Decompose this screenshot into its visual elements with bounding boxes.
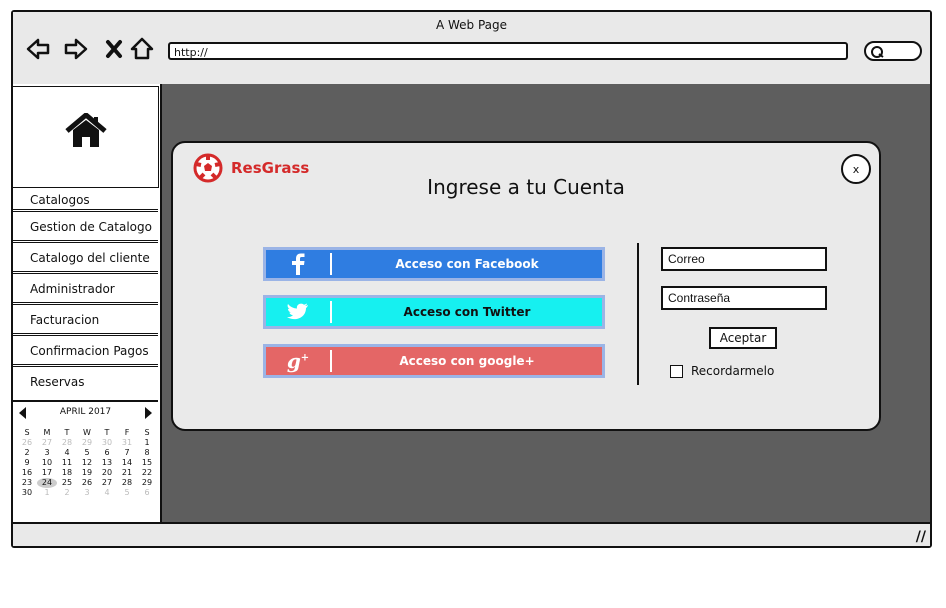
window-title: A Web Page	[435, 18, 508, 32]
calendar-day[interactable]: 5	[77, 448, 97, 458]
page-content: Catalogos Gestion de Catalogo Catalogo d…	[13, 84, 930, 524]
resize-grip-icon[interactable]: //	[916, 529, 926, 545]
browser-window: A Web Page http:// Catalogos Gestion de …	[11, 10, 932, 548]
calendar-day[interactable]: 1	[37, 488, 57, 498]
calendar-weekday: W	[83, 428, 91, 437]
calendar-day[interactable]: 16	[17, 468, 37, 478]
calendar-day[interactable]: 26	[77, 478, 97, 488]
calendar-day[interactable]: 11	[57, 458, 77, 468]
calendar-day[interactable]: 27	[37, 438, 57, 448]
calendar-weekday: F	[124, 428, 130, 437]
calendar-day[interactable]: 29	[137, 478, 157, 488]
calendar-day[interactable]: 30	[17, 488, 37, 498]
sidebar-item-administrador[interactable]: Administrador	[13, 274, 158, 305]
calendar-day[interactable]: 8	[137, 448, 157, 458]
status-bar: //	[13, 522, 930, 546]
modal-title: Ingrese a tu Cuenta	[427, 175, 625, 199]
remember-me[interactable]: Recordarmelo	[670, 364, 774, 378]
sidebar-item-reservas[interactable]: Reservas	[13, 367, 158, 398]
calendar-day[interactable]: 2	[57, 488, 77, 498]
calendar-day[interactable]: 27	[97, 478, 117, 488]
calendar-day[interactable]: 2	[17, 448, 37, 458]
calendar-weekday: S	[24, 428, 30, 437]
google-login-button[interactable]: g+ Acceso con google+	[263, 344, 605, 378]
calendar-day[interactable]: 21	[117, 468, 137, 478]
calendar-day[interactable]: 28	[117, 478, 137, 488]
sidebar-item-confirmacion-pagos[interactable]: Confirmacion Pagos	[13, 336, 158, 367]
calendar-grid: S M T W T F S 26 27 28 29 30 31 1 2 3 4 5 6 7 8 9 10 11 12 13 14 15…	[17, 428, 157, 498]
back-icon[interactable]	[25, 36, 51, 62]
calendar-weekday: T	[64, 428, 70, 437]
calendar-weekday: M	[43, 428, 51, 437]
calendar-day[interactable]: 5	[117, 488, 137, 498]
sidebar-item-gestion-catalogo[interactable]: Gestion de Catalogo	[13, 212, 158, 243]
calendar-day[interactable]: 28	[57, 438, 77, 448]
calendar-day[interactable]: 19	[77, 468, 97, 478]
facebook-icon	[266, 250, 330, 278]
calendar-day[interactable]: 6	[97, 448, 117, 458]
login-modal: ResGrass Ingrese a tu Cuenta x Acceso co…	[171, 141, 881, 431]
calendar-day[interactable]: 15	[137, 458, 157, 468]
calendar-day[interactable]: 25	[57, 478, 77, 488]
calendar-header: APRIL 2017	[13, 402, 158, 422]
house-icon	[65, 113, 107, 147]
calendar-day[interactable]: 20	[97, 468, 117, 478]
calendar-day[interactable]: 30	[97, 438, 117, 448]
browser-toolbar: A Web Page http://	[13, 12, 930, 86]
calendar-day[interactable]: 22	[137, 468, 157, 478]
calendar-day[interactable]: 9	[17, 458, 37, 468]
calendar-day[interactable]: 26	[17, 438, 37, 448]
sidebar-menu: Catalogos Gestion de Catalogo Catalogo d…	[13, 188, 158, 398]
close-button[interactable]: x	[841, 154, 871, 184]
calendar-day[interactable]: 29	[77, 438, 97, 448]
calendar-weekday: T	[104, 428, 110, 437]
forward-icon[interactable]	[63, 36, 89, 62]
home-icon[interactable]	[129, 36, 155, 62]
url-bar[interactable]: http://	[168, 42, 848, 60]
calendar-day[interactable]: 1	[137, 438, 157, 448]
calendar-day[interactable]: 14	[117, 458, 137, 468]
calendar-day[interactable]: 18	[57, 468, 77, 478]
calendar-weekday: S	[144, 428, 150, 437]
calendar-month: APRIL 2017	[59, 407, 112, 417]
password-field[interactable]	[661, 286, 827, 310]
sidebar-item-catalogo-cliente[interactable]: Catalogo del cliente	[13, 243, 158, 274]
calendar-day[interactable]: 4	[97, 488, 117, 498]
search-button[interactable]	[864, 41, 922, 61]
email-field[interactable]	[661, 247, 827, 271]
remember-label: Recordarmelo	[691, 364, 775, 378]
facebook-login-button[interactable]: Acceso con Facebook	[263, 247, 605, 281]
accept-button[interactable]: Aceptar	[709, 327, 777, 349]
calendar-day[interactable]: 23	[17, 478, 37, 488]
twitter-login-button[interactable]: Acceso con Twitter	[263, 295, 605, 329]
home-logo[interactable]	[13, 86, 159, 188]
sidebar-item-facturacion[interactable]: Facturacion	[13, 305, 158, 336]
sidebar-item-catalogos[interactable]: Catalogos	[13, 188, 158, 212]
sidebar: Catalogos Gestion de Catalogo Catalogo d…	[13, 84, 162, 524]
google-login-label: Acceso con google+	[399, 354, 535, 368]
calendar-day[interactable]: 3	[77, 488, 97, 498]
search-icon	[871, 46, 884, 58]
calendar-day[interactable]: 3	[37, 448, 57, 458]
prev-month-icon[interactable]	[19, 407, 26, 419]
stop-icon[interactable]	[101, 36, 127, 62]
calendar-day[interactable]: 6	[137, 488, 157, 498]
calendar-day[interactable]: 13	[97, 458, 117, 468]
calendar-day[interactable]: 31	[117, 438, 137, 448]
calendar-day[interactable]: 17	[37, 468, 57, 478]
next-month-icon[interactable]	[145, 407, 152, 419]
divider	[637, 243, 639, 385]
facebook-login-label: Acceso con Facebook	[395, 257, 539, 271]
calendar-day[interactable]: 10	[37, 458, 57, 468]
calendar-day[interactable]: 4	[57, 448, 77, 458]
twitter-icon	[266, 298, 330, 326]
google-plus-icon: g+	[286, 349, 310, 373]
calendar: APRIL 2017 S M T W T F S 26 27 28 29 30 31 1 2 3 4 5 6 7 8 9 1…	[13, 400, 158, 522]
twitter-login-label: Acceso con Twitter	[403, 305, 531, 319]
calendar-day[interactable]: 24	[37, 478, 57, 488]
calendar-day[interactable]: 12	[77, 458, 97, 468]
remember-checkbox[interactable]	[670, 364, 683, 378]
calendar-day[interactable]: 7	[117, 448, 137, 458]
